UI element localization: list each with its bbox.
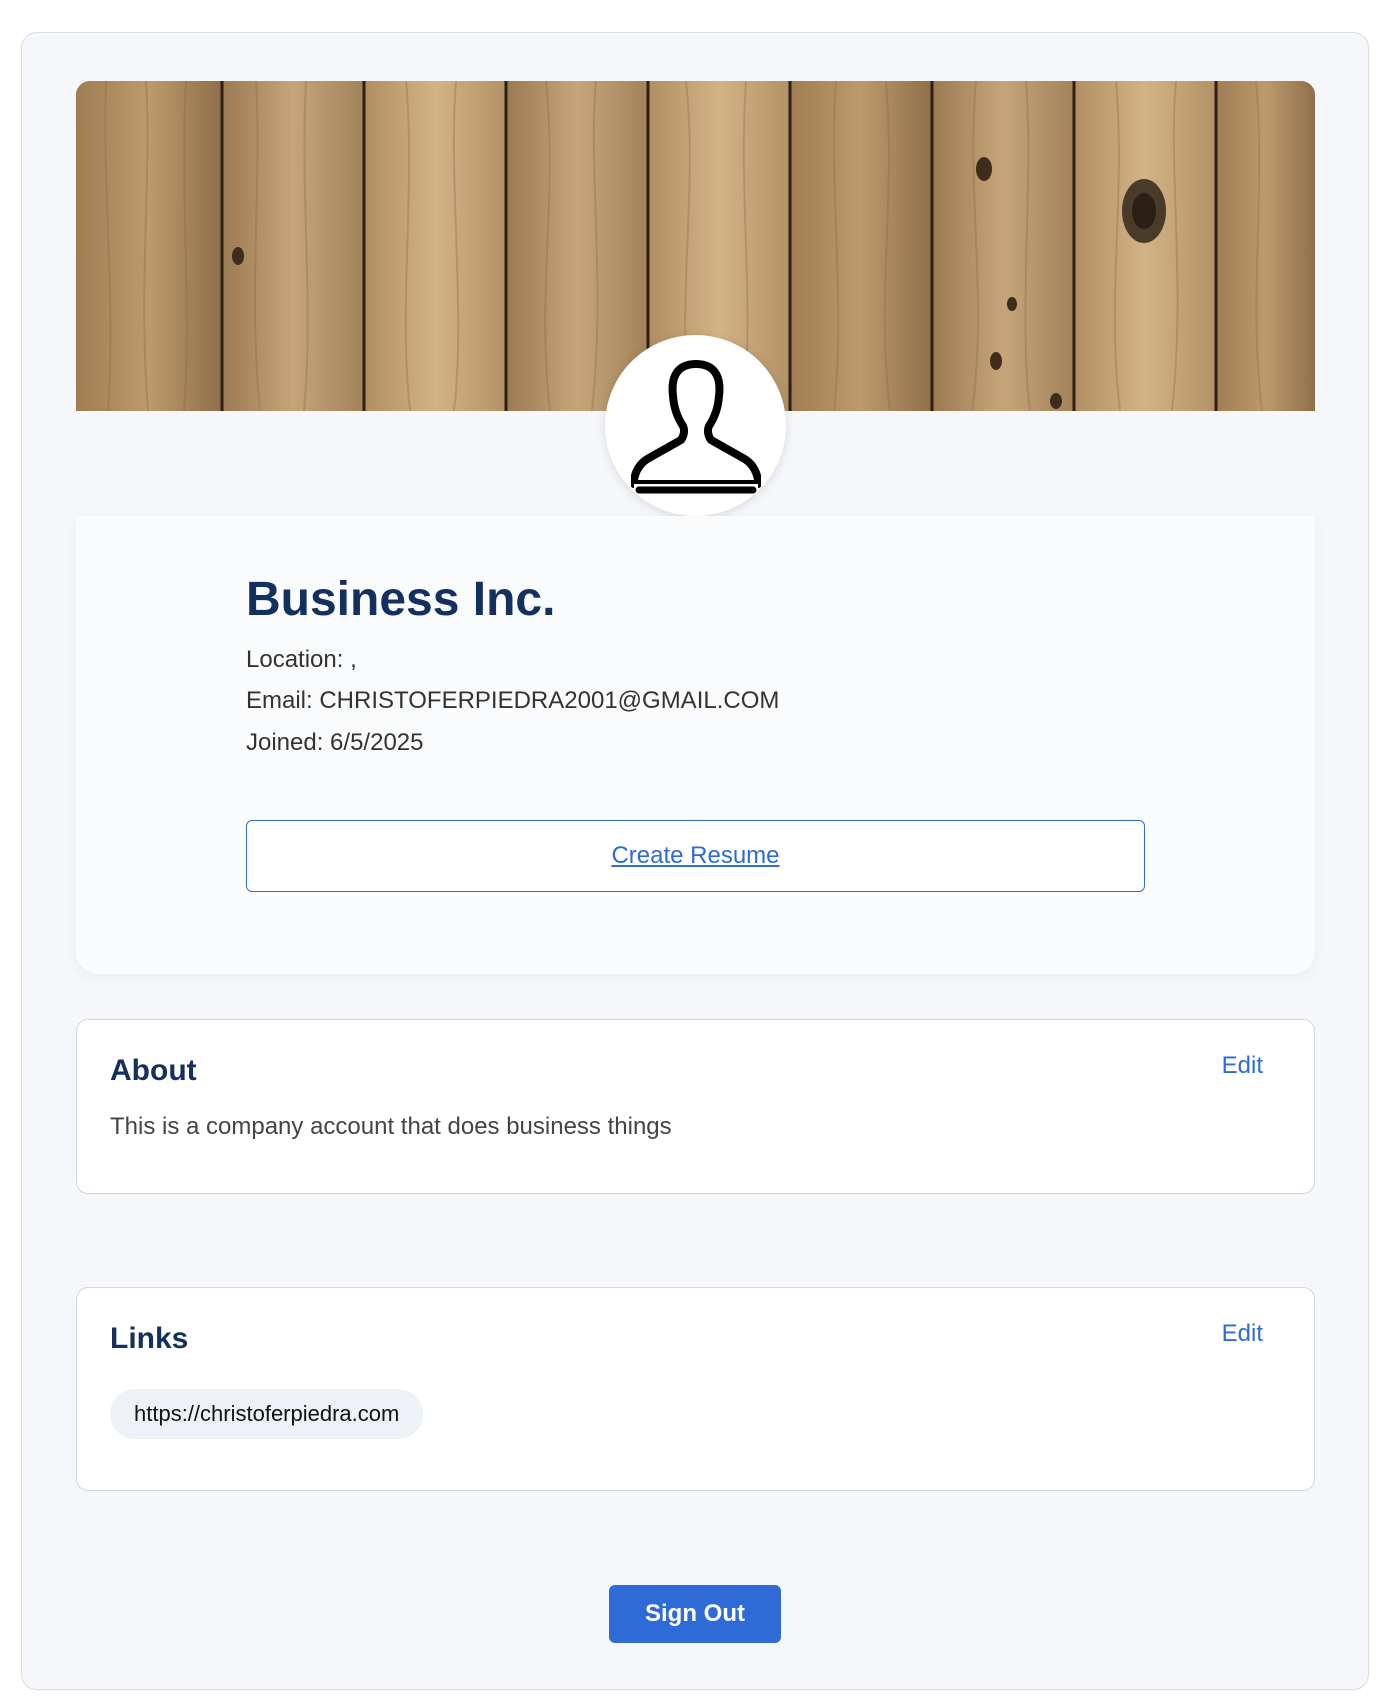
- about-title: About: [110, 1054, 197, 1087]
- joined-date-text: Joined: 6/5/2025: [246, 729, 424, 756]
- email-text: Email: CHRISTOFERPIEDRA2001@GMAIL.COM: [246, 687, 780, 714]
- links-section: Links Edit https://christoferpiedra.com: [76, 1287, 1315, 1491]
- location-text: Location: ,: [246, 646, 357, 673]
- user-silhouette-icon: [630, 359, 761, 493]
- links-title: Links: [110, 1322, 189, 1355]
- profile-name: Business Inc.: [246, 573, 556, 626]
- about-section: About Edit This is a company account tha…: [76, 1019, 1315, 1194]
- link-pill[interactable]: https://christoferpiedra.com: [110, 1389, 424, 1439]
- links-edit-button[interactable]: Edit: [1222, 1320, 1263, 1349]
- sign-out-button[interactable]: Sign Out: [609, 1585, 781, 1643]
- create-resume-button[interactable]: Create Resume: [246, 820, 1145, 892]
- about-text: This is a company account that does busi…: [110, 1113, 672, 1140]
- profile-card: Business Inc. Location: , Email: CHRISTO…: [76, 516, 1315, 974]
- create-resume-label: Create Resume: [611, 842, 780, 869]
- avatar: [605, 335, 786, 516]
- about-edit-button[interactable]: Edit: [1222, 1052, 1263, 1081]
